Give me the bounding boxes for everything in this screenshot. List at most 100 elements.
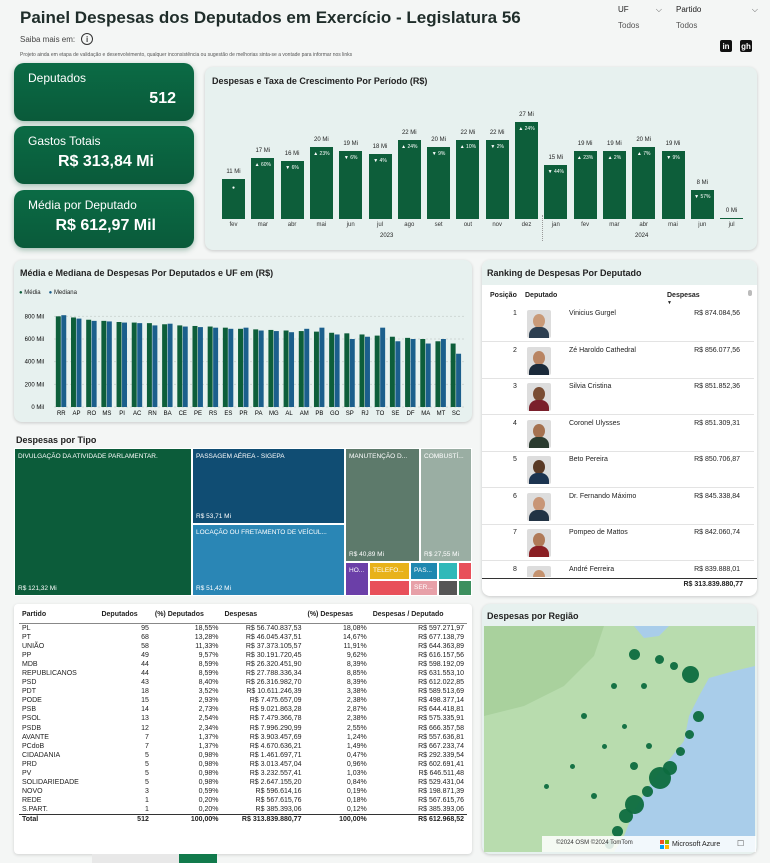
table-row[interactable]: PRD 5 0,98% R$ 3.013.457,04 0,96% R$ 602.691,… xyxy=(19,760,467,769)
page-tab-2[interactable] xyxy=(179,854,217,863)
col-partido[interactable]: Partido xyxy=(19,607,98,623)
table-row[interactable]: PCdoB 7 1,37% R$ 4.670.636,21 1,49% R$ 667.23… xyxy=(19,742,467,751)
github-icon[interactable]: gh xyxy=(740,40,752,52)
treemap-cell-hospedagem[interactable]: HO... xyxy=(345,562,369,596)
bar-mediana[interactable] xyxy=(228,328,234,407)
bar-mediana[interactable] xyxy=(319,327,325,407)
bar-media[interactable] xyxy=(329,332,335,407)
bar-mediana[interactable] xyxy=(91,320,97,407)
bar-mediana[interactable] xyxy=(137,323,143,407)
bar-media[interactable] xyxy=(344,333,350,407)
bar-media[interactable] xyxy=(177,325,183,407)
bar-mediana[interactable] xyxy=(440,339,446,407)
table-row[interactable]: PL 95 18,55% R$ 56.740.837,53 18,08% R$ 597.2… xyxy=(19,623,467,633)
treemap-cell-divulgacao[interactable]: DIVULGAÇÃO DA ATIVIDADE PARLAMENTAR. R$ … xyxy=(14,448,192,596)
map-bubble[interactable] xyxy=(649,767,671,789)
bar-mediana[interactable] xyxy=(334,334,340,407)
map-bubble[interactable] xyxy=(630,762,638,770)
bar-mediana[interactable] xyxy=(395,341,401,407)
table-row[interactable]: UNIÃO 58 11,33% R$ 37.373.105,57 11,91% R$ 64… xyxy=(19,642,467,651)
table-row[interactable]: REDE 1 0,20% R$ 567.615,76 0,18% R$ 567.615,7… xyxy=(19,796,467,805)
treemap-cell-small-green[interactable] xyxy=(458,580,472,596)
table-row[interactable]: PSDB 12 2,34% R$ 7.996.290,99 2,55% R$ 666.35… xyxy=(19,724,467,733)
map-bubble[interactable] xyxy=(569,763,575,769)
table-row[interactable]: SOLIDARIEDADE 5 0,98% R$ 2.647.155,20 0,84% R… xyxy=(19,778,467,787)
table-row[interactable]: NOVO 3 0,59% R$ 596.614,16 0,19% R$ 198.871,3… xyxy=(19,787,467,796)
bar-media[interactable] xyxy=(283,330,289,408)
table-row[interactable]: PV 5 0,98% R$ 3.232.557,41 1,03% R$ 646.511,4… xyxy=(19,769,467,778)
map-bubble[interactable] xyxy=(611,683,617,689)
scrollbar[interactable] xyxy=(748,290,752,296)
bar-media[interactable] xyxy=(162,324,168,407)
table-row[interactable]: REPUBLICANOS 44 8,59% R$ 27.788.336,34 8,85%… xyxy=(19,669,467,678)
ranking-col-despesas[interactable]: Despesas xyxy=(667,292,700,299)
map-bubble[interactable] xyxy=(641,683,647,689)
bar-mediana[interactable] xyxy=(61,315,67,407)
bar-mediana[interactable] xyxy=(76,318,82,407)
table-row[interactable]: S.PART. 1 0,20% R$ 385.393,06 0,12% R$ 385.39… xyxy=(19,805,467,815)
bar-media[interactable] xyxy=(222,327,228,407)
treemap-cell-combustivel[interactable]: COMBUSTÍ... R$ 27,55 Mi xyxy=(420,448,472,562)
bar-mediana[interactable] xyxy=(456,353,462,407)
bar-media[interactable] xyxy=(192,325,198,407)
treemap-cell-servicos[interactable]: SER... xyxy=(410,580,438,596)
table-row[interactable]: PODE 15 2,93% R$ 7.475.657,09 2,38% R$ 498.37… xyxy=(19,696,467,705)
bar-media[interactable] xyxy=(359,334,365,407)
bar-media[interactable] xyxy=(450,343,456,407)
map-bubble[interactable] xyxy=(641,785,653,797)
map-bubble[interactable] xyxy=(581,713,587,719)
ranking-col-posicao[interactable]: Posição xyxy=(490,292,517,299)
ranking-row[interactable]: 4 Coronel Ulysses R$ 851.309,31 xyxy=(482,415,754,452)
ranking-row[interactable]: 8 André Ferreira R$ 839.888,01 xyxy=(482,561,754,577)
bar-media[interactable] xyxy=(253,329,259,407)
treemap-cell-telefonia[interactable]: TELEFO... xyxy=(369,562,410,580)
bar-media[interactable] xyxy=(389,336,395,407)
ranking-row[interactable]: 5 Beto Pereira R$ 850.706,87 xyxy=(482,451,754,488)
treemap-cell-small-gray[interactable] xyxy=(438,580,458,596)
treemap-cell-locacao[interactable]: LOCAÇÃO OU FRETAMENTO DE VEÍCUL... R$ 51… xyxy=(192,524,345,596)
feedback-icon[interactable]: ☐ xyxy=(737,839,744,848)
period-bar[interactable] xyxy=(456,139,480,219)
bar-media[interactable] xyxy=(374,335,380,407)
bar-media[interactable] xyxy=(268,329,274,407)
col-deputados[interactable]: Deputados xyxy=(98,607,151,623)
treemap-cell-passagem-aerea[interactable]: PASSAGEM AÉREA - SIGEPA R$ 53,71 Mi xyxy=(192,448,345,524)
bar-media[interactable] xyxy=(71,317,76,407)
period-bar[interactable] xyxy=(427,147,451,219)
table-row[interactable]: PSOL 13 2,54% R$ 7.479.366,78 2,38% R$ 575.33… xyxy=(19,714,467,723)
linkedin-icon[interactable]: in xyxy=(720,40,732,52)
bar-mediana[interactable] xyxy=(273,331,279,407)
table-row[interactable]: PSD 43 8,40% R$ 26.316.982,70 8,39% R$ 612.02… xyxy=(19,678,467,687)
period-bar[interactable] xyxy=(632,147,656,219)
bar-mediana[interactable] xyxy=(197,327,203,407)
treemap-cell-small-red-2[interactable] xyxy=(458,562,472,580)
period-bar[interactable] xyxy=(339,150,363,219)
map-bubble[interactable] xyxy=(654,654,664,664)
filter-partido[interactable]: Partido ⌵ Todos xyxy=(676,5,758,35)
col-despesas[interactable]: Despesas xyxy=(221,607,304,623)
ranking-row[interactable]: 3 Silvia Cristina R$ 851.852,36 xyxy=(482,378,754,415)
map-bubble[interactable] xyxy=(681,665,699,683)
map-bubble[interactable] xyxy=(591,793,597,799)
map-bubble[interactable] xyxy=(543,783,549,789)
table-row[interactable]: AVANTE 7 1,37% R$ 3.903.457,69 1,24% R$ 557.6… xyxy=(19,733,467,742)
ranking-row[interactable]: 2 Zé Haroldo Cathedral R$ 856.077,56 xyxy=(482,342,754,379)
bar-media[interactable] xyxy=(116,322,122,407)
bar-media[interactable] xyxy=(238,328,244,407)
table-row[interactable]: PT 68 13,28% R$ 46.045.437,51 14,67% R$ 677.1… xyxy=(19,633,467,642)
treemap-cell-passagens[interactable]: PAS... xyxy=(410,562,438,580)
bar-media[interactable] xyxy=(55,316,61,407)
map-bubble[interactable] xyxy=(675,746,685,756)
bar-mediana[interactable] xyxy=(304,328,310,407)
ranking-row[interactable]: 7 Pompeo de Mattos R$ 842.060,74 xyxy=(482,524,754,561)
bar-media[interactable] xyxy=(405,337,411,407)
map-bubble[interactable] xyxy=(646,743,652,749)
bar-mediana[interactable] xyxy=(380,327,386,407)
bar-media[interactable] xyxy=(298,331,304,407)
period-bar[interactable] xyxy=(515,121,538,219)
bar-mediana[interactable] xyxy=(349,339,355,407)
bar-media[interactable] xyxy=(86,319,92,407)
map-bubble[interactable] xyxy=(601,743,607,749)
bar-media[interactable] xyxy=(131,322,137,407)
treemap-cell-small-teal[interactable] xyxy=(438,562,458,580)
